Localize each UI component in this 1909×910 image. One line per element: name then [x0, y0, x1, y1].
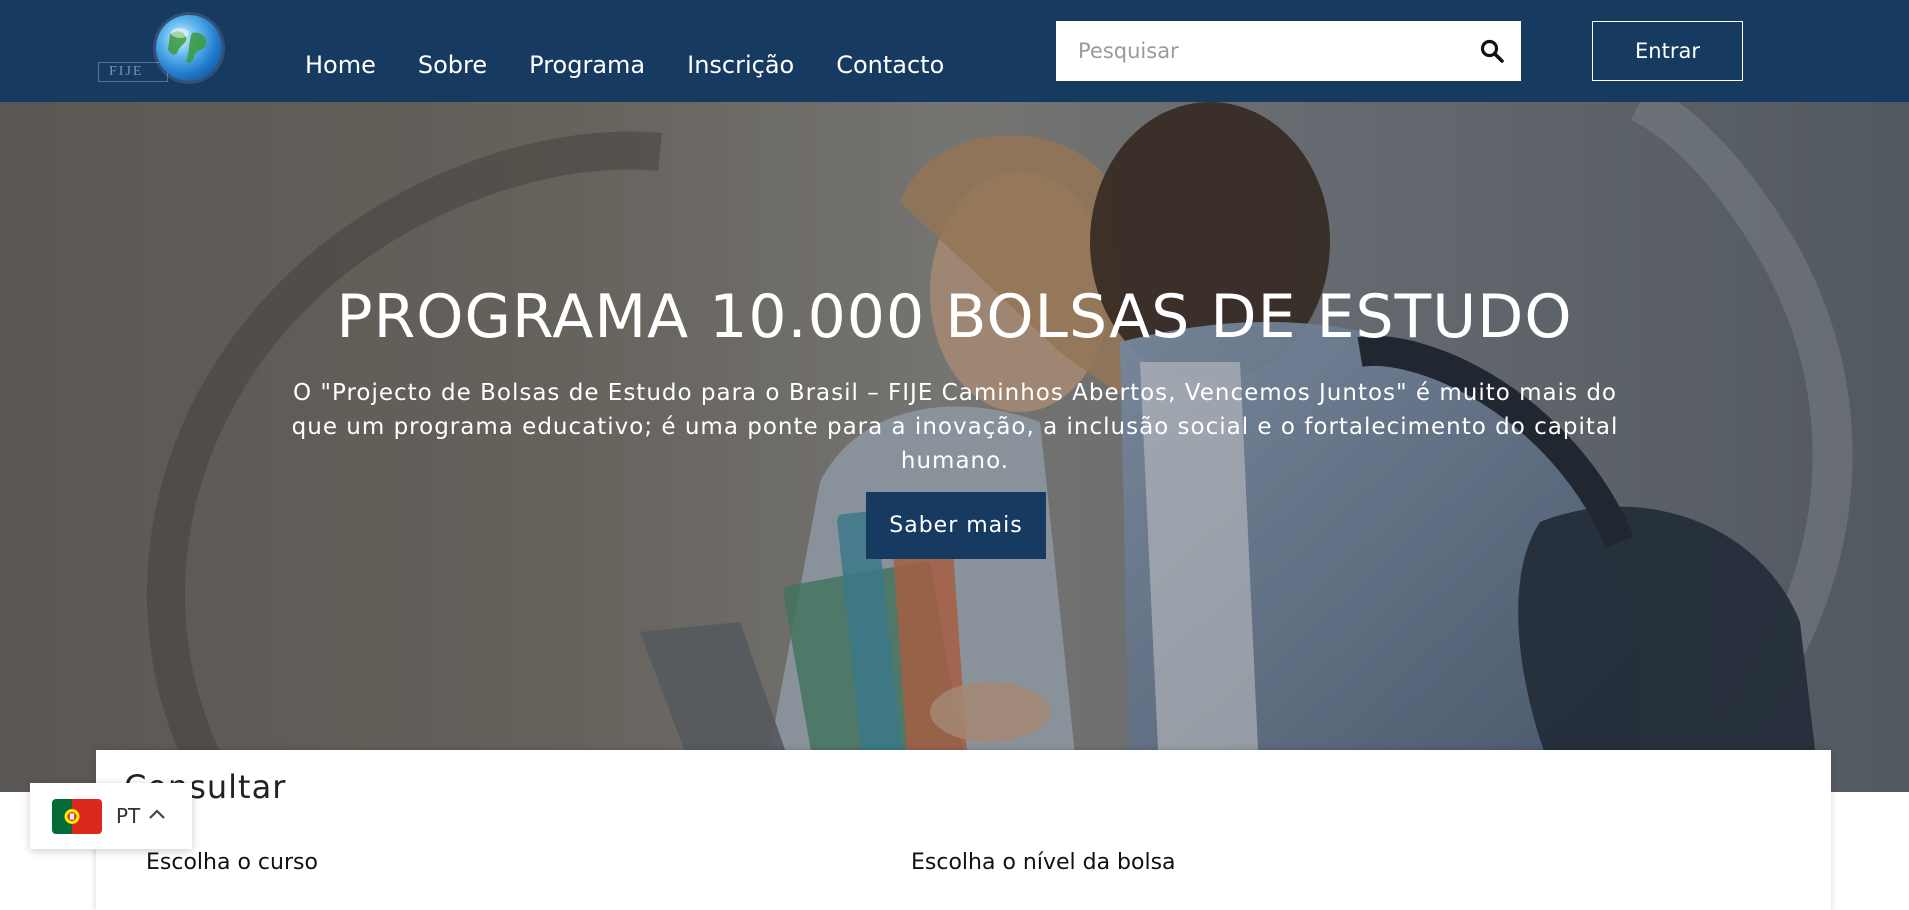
search-box — [1056, 21, 1521, 81]
site-header: FIJE Home Sobre Programa Inscrição Conta… — [0, 0, 1909, 102]
globe-icon — [156, 15, 222, 81]
site-logo[interactable]: FIJE — [98, 12, 223, 88]
hero-title: PROGRAMA 10.000 BOLSAS DE ESTUDO — [336, 282, 1573, 352]
consult-card: Consultar Escolha o curso Escolha o níve… — [96, 750, 1831, 910]
hero-description: O "Projecto de Bolsas de Estudo para o B… — [291, 380, 1619, 474]
search-icon[interactable] — [1479, 38, 1505, 64]
scholarship-level-label: Escolha o nível da bolsa — [911, 850, 1176, 875]
portugal-flag-icon — [52, 799, 102, 834]
language-selector[interactable]: PT — [30, 783, 192, 849]
nav-home[interactable]: Home — [305, 50, 376, 80]
chevron-up-icon[interactable] — [146, 803, 168, 825]
main-nav: Home Sobre Programa Inscrição Contacto — [305, 50, 944, 80]
course-label: Escolha o curso — [146, 850, 318, 875]
hero-section: PROGRAMA 10.000 BOLSAS DE ESTUDO O "Proj… — [0, 102, 1909, 792]
nav-programa[interactable]: Programa — [529, 50, 645, 80]
login-button[interactable]: Entrar — [1592, 21, 1743, 81]
nav-contacto[interactable]: Contacto — [836, 50, 944, 80]
learn-more-button[interactable]: Saber mais — [866, 492, 1046, 559]
search-input[interactable] — [1056, 21, 1456, 81]
nav-sobre[interactable]: Sobre — [418, 50, 487, 80]
nav-inscricao[interactable]: Inscrição — [687, 50, 794, 80]
language-code: PT — [116, 804, 141, 828]
